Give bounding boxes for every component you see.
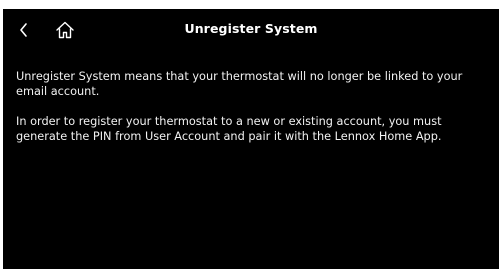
bottom-bezel — [0, 269, 504, 273]
content-body: Unregister System means that your thermo… — [16, 69, 485, 159]
page-title: Unregister System — [184, 21, 318, 36]
header-bar: Unregister System — [3, 9, 499, 49]
thermostat-screen: Unregister System Unregister System mean… — [3, 9, 499, 269]
description-paragraph: Unregister System means that your thermo… — [16, 70, 463, 98]
device-frame: Unregister System Unregister System mean… — [0, 0, 504, 273]
instructions-paragraph: In order to register your thermostat to … — [16, 115, 442, 143]
